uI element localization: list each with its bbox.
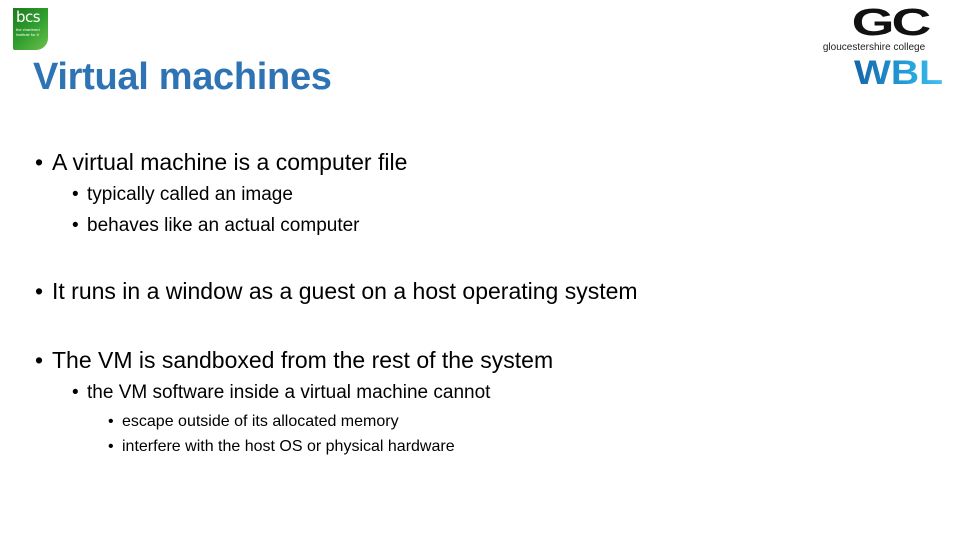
college-name: gloucestershire college: [822, 42, 926, 53]
bullet-level-1: It runs in a window as a guest on a host…: [35, 278, 638, 305]
bullet-level-2: typically called an image: [72, 184, 293, 206]
bullet-level-2: behaves like an actual computer: [72, 215, 359, 237]
wbl-logo: WBL: [854, 56, 958, 90]
bullet-level-1: A virtual machine is a computer file: [35, 149, 407, 176]
bcs-logo-text: bcs: [16, 8, 41, 26]
bcs-logo: bcs the chartered institute for it: [13, 8, 48, 50]
bullet-level-3: escape outside of its allocated memory: [108, 413, 399, 431]
bcs-logo-tagline: the chartered institute for it: [16, 27, 40, 37]
bullet-level-2: the VM software inside a virtual machine…: [72, 382, 490, 404]
gloucestershire-college-logo: GC: [851, 2, 932, 44]
bullet-level-1: The VM is sandboxed from the rest of the…: [35, 347, 553, 374]
slide-title: Virtual machines: [33, 56, 332, 98]
bullet-level-3: interfere with the host OS or physical h…: [108, 438, 455, 456]
